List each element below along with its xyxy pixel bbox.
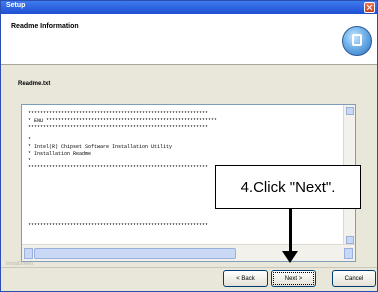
readme-line: ****************************************…: [28, 165, 209, 171]
readme-line: *: [28, 137, 32, 143]
readme-file-label: Readme.txt: [18, 81, 51, 87]
title-bar[interactable]: Setup: [1, 1, 377, 14]
back-button[interactable]: < Back: [223, 270, 268, 287]
callout-arrow-shaft: [289, 209, 292, 253]
footer-divider: [1, 267, 377, 268]
cancel-button[interactable]: Cancel: [332, 270, 376, 287]
readme-line: ****************************************…: [28, 223, 209, 229]
readme-line: *: [28, 158, 32, 164]
scroll-down-icon[interactable]: [346, 236, 354, 244]
next-button[interactable]: Next >: [271, 270, 316, 287]
scroll-right-icon[interactable]: [344, 248, 353, 259]
setup-icon: [342, 26, 372, 56]
scroll-up-icon[interactable]: [346, 107, 354, 115]
readme-line: * Installation Readme: [28, 151, 92, 157]
setup-window: Setup Readme Information Readme.txt ****…: [0, 0, 378, 292]
window-title: Setup: [6, 2, 26, 9]
horizontal-scrollbar[interactable]: [22, 244, 355, 261]
readme-line: ****************************************…: [28, 111, 209, 117]
instruction-callout: 4.Click "Next".: [215, 165, 361, 209]
page-title: Readme Information: [11, 23, 79, 30]
down-arrow-icon: [282, 251, 298, 263]
readme-line: * ENU **********************************…: [28, 118, 218, 124]
wizard-header: Readme Information: [1, 14, 377, 65]
readme-line: * Intel(R) Chipset Software Installation…: [28, 144, 173, 150]
close-button[interactable]: [364, 2, 375, 13]
horizontal-scroll-thumb[interactable]: [34, 248, 236, 259]
scroll-left-icon[interactable]: [24, 248, 33, 259]
readme-line: ****************************************…: [28, 125, 209, 131]
